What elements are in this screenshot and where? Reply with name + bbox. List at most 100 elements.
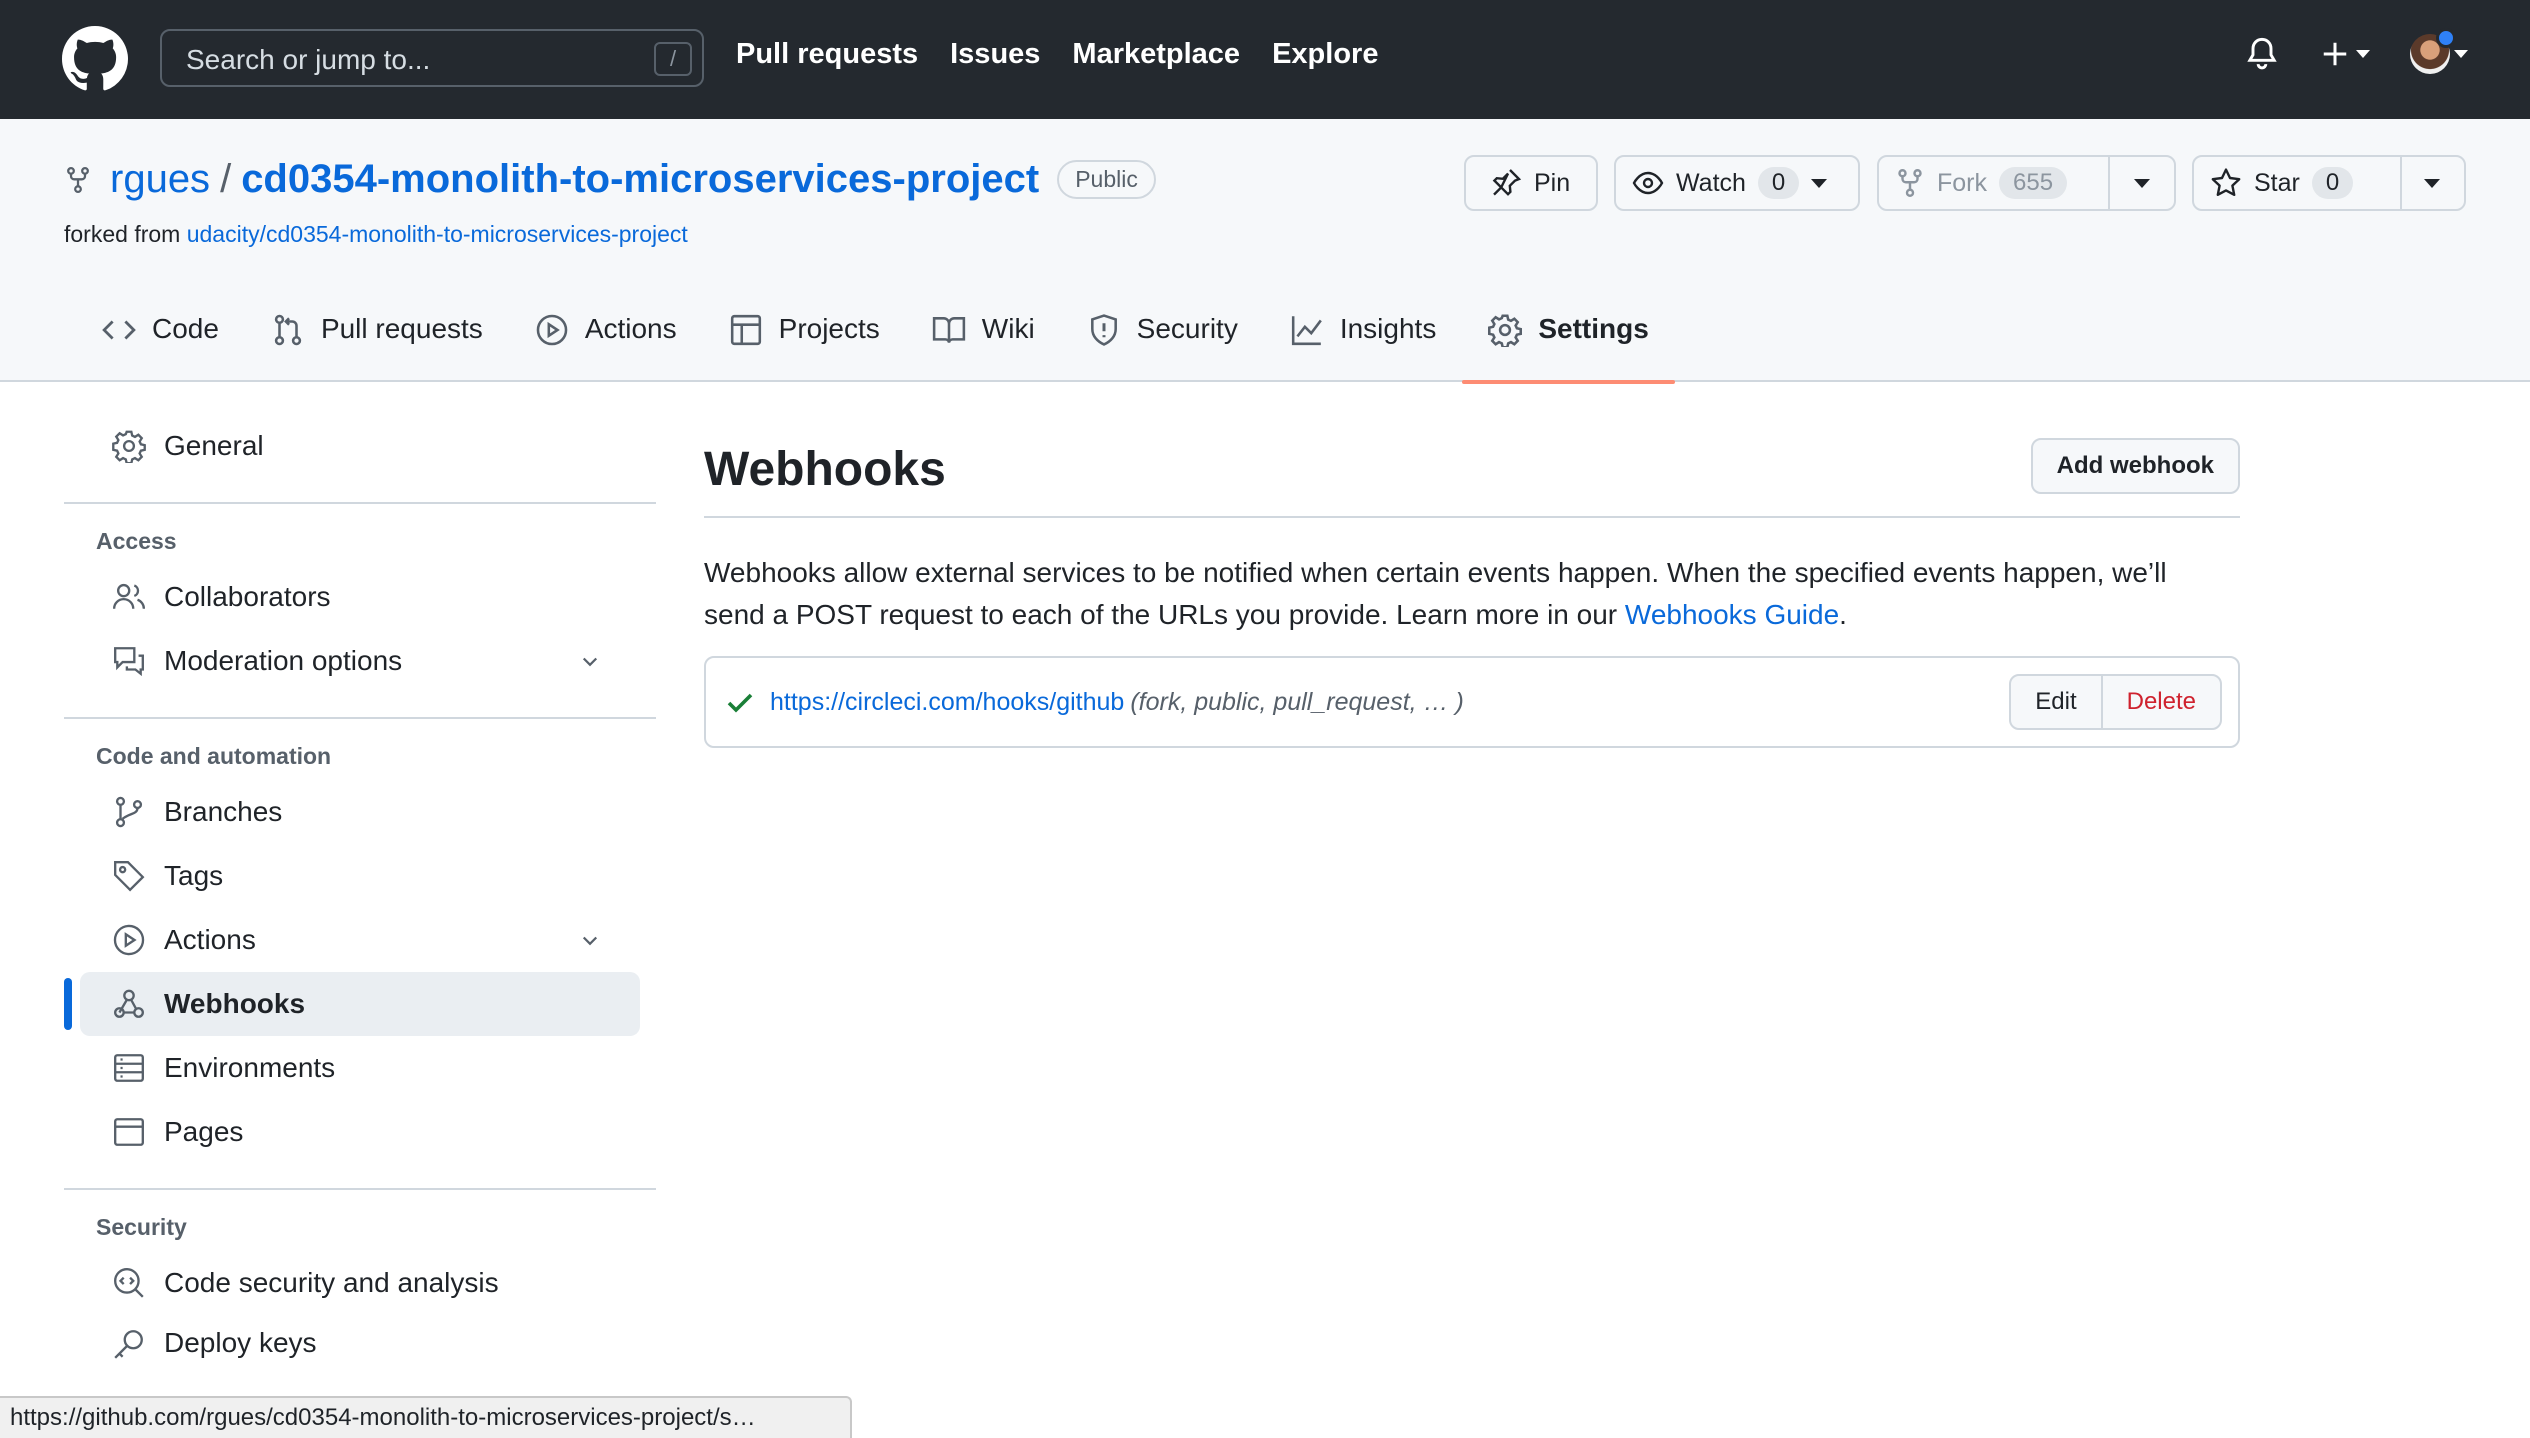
delete-button[interactable]: Delete [2100,676,2220,728]
sidebar-divider [64,502,656,504]
fork-count: 655 [1999,167,2068,199]
pin-icon [1492,169,1522,196]
search-input[interactable]: Search or jump to... / [160,29,704,87]
eye-icon [1632,171,1664,195]
sidebar-item-tags[interactable]: Tags [80,844,640,908]
fork-dropdown[interactable] [2108,157,2174,209]
graph-icon [1291,316,1322,346]
fork-label: Fork [1937,168,1987,197]
gear-icon [112,430,146,463]
repo-tabs: Code Pull requests Actions Projects Wiki… [76,313,1676,384]
edit-button[interactable]: Edit [2011,676,2100,728]
star-button-group: Star 0 [2192,155,2466,211]
slash-shortcut-icon: / [654,42,692,76]
repo-header: rgues / cd0354-monolith-to-microservices… [0,119,2530,384]
webhook-url-link[interactable]: https://circleci.com/hooks/github [770,688,1124,716]
tab-code[interactable]: Code [76,313,245,382]
star-label: Star [2254,168,2300,197]
watch-button[interactable]: Watch 0 [1614,155,1860,211]
caret-down-icon [1811,178,1828,188]
add-webhook-button[interactable]: Add webhook [2030,438,2240,494]
repo-owner-link[interactable]: rgues [110,157,210,202]
comment-discussion-icon [114,647,144,677]
sidebar-item-environments[interactable]: Environments [80,1036,640,1100]
pin-button[interactable]: Pin [1464,155,1598,211]
description-end: . [1839,599,1847,630]
nav-issues[interactable]: Issues [950,38,1040,71]
forked-from-link[interactable]: udacity/cd0354-monolith-to-microservices… [187,221,688,247]
sidebar-item-label: Code security and analysis [164,1267,499,1298]
fork-button[interactable]: Fork 655 [1879,157,2108,209]
browser-icon [114,1118,144,1146]
caret-down-icon [2424,178,2440,188]
sidebar-item-webhooks[interactable]: Webhooks [64,972,640,1036]
repo-name-link[interactable]: cd0354-monolith-to-microservices-project [241,157,1039,202]
bell-icon[interactable] [2244,34,2280,74]
sidebar-item-label: Actions [164,924,256,955]
tab-settings[interactable]: Settings [1462,313,1676,384]
sidebar-divider [64,717,656,719]
tab-projects[interactable]: Projects [703,313,906,382]
visibility-badge: Public [1057,160,1156,199]
page-title: Webhooks [704,443,946,496]
sidebar-item-actions[interactable]: Actions [80,908,640,972]
star-button[interactable]: Star 0 [2194,157,2400,209]
play-icon [113,924,145,956]
nav-explore[interactable]: Explore [1272,38,1378,71]
caret-down-icon [2134,178,2150,188]
shield-icon [1090,314,1117,346]
sidebar-item-label: Environments [164,1052,336,1083]
star-icon [2211,168,2241,196]
sidebar-heading-code: Code and automation [96,743,332,769]
play-icon [536,314,568,346]
forked-from-label: forked from [64,221,181,247]
code-icon [102,320,136,340]
sidebar-item-label: Branches [164,796,283,827]
book-icon [932,317,965,343]
nav-pull-requests[interactable]: Pull requests [736,38,918,71]
caret-down-icon [2454,50,2468,58]
people-icon [112,583,146,609]
sidebar-item-code-security[interactable]: Code security and analysis [80,1251,640,1315]
watch-count: 0 [1757,167,1800,199]
git-branch-icon [115,796,143,828]
status-bar-url: https://github.com/rgues/cd0354-monolith… [0,1396,852,1438]
sidebar-item-label: Pages [164,1116,244,1147]
server-icon [114,1054,144,1082]
forked-from: forked from udacity/cd0354-monolith-to-m… [64,221,688,248]
tab-actions[interactable]: Actions [509,313,703,382]
sidebar-item-moderation[interactable]: Moderation options [80,629,640,693]
tab-label: Actions [584,313,677,344]
sidebar-item-collaborators[interactable]: Collaborators [80,565,640,629]
tab-wiki[interactable]: Wiki [906,313,1061,382]
create-new-dropdown[interactable] [2320,39,2370,69]
sidebar-item-label: Deploy keys [164,1327,317,1358]
sidebar-item-branches[interactable]: Branches [80,780,640,844]
description-text: Webhooks allow external services to be n… [704,557,2167,630]
global-nav: Pull requests Issues Marketplace Explore [736,38,1378,71]
webhook-events: (fork, public, pull_request, … ) [1130,688,1464,716]
sidebar-item-general[interactable]: General [80,414,640,478]
repo-separator: / [220,157,232,201]
tab-security[interactable]: Security [1061,313,1264,382]
webhooks-guide-link[interactable]: Webhooks Guide [1625,599,1839,630]
webhook-list-item: https://circleci.com/hooks/github (fork, … [704,656,2240,748]
webhooks-description: Webhooks allow external services to be n… [704,552,2204,636]
tab-pull-requests[interactable]: Pull requests [245,313,509,382]
repo-forked-icon [67,166,89,193]
tab-label: Settings [1538,313,1649,344]
sidebar-heading-security: Security [96,1214,187,1240]
sidebar-item-deploy-keys[interactable]: Deploy keys [80,1315,640,1359]
webhook-icon [114,989,144,1018]
user-menu[interactable] [2410,28,2468,74]
webhook-url: https://circleci.com/hooks/github (fork, … [770,688,1464,717]
github-logo-icon[interactable] [62,26,128,92]
chevron-down-icon [582,657,598,667]
sidebar-item-pages[interactable]: Pages [80,1100,640,1164]
gear-icon [1488,314,1523,347]
star-dropdown[interactable] [2400,157,2462,209]
sidebar-item-label: Webhooks [164,988,306,1019]
tab-insights[interactable]: Insights [1264,313,1463,382]
nav-marketplace[interactable]: Marketplace [1072,38,1240,71]
tab-label: Pull requests [320,313,483,344]
